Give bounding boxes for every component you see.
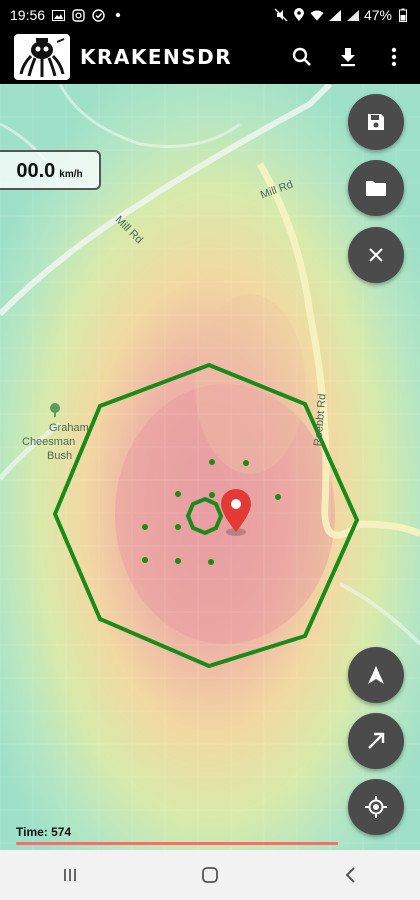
speed-value: 00.0 <box>16 160 56 182</box>
back-button[interactable] <box>330 855 370 895</box>
direction-button[interactable] <box>348 713 404 769</box>
map-label-park-line3: Bush <box>47 450 73 462</box>
playback-progress-bar[interactable] <box>16 842 338 845</box>
playback-time-label: Time: 574 <box>16 825 72 839</box>
home-button[interactable] <box>190 855 230 895</box>
mute-icon <box>274 8 288 22</box>
location-icon <box>292 8 306 22</box>
kraken-logo-icon <box>14 34 70 80</box>
recents-icon <box>64 869 76 881</box>
map-label-park-line2: Cheesman <box>22 436 76 448</box>
app-title: KRAKENSDR <box>80 45 233 69</box>
save-button[interactable] <box>348 94 404 150</box>
folder-icon <box>366 181 386 196</box>
speed-readout: 00.0 km/h <box>0 150 101 190</box>
recents-button[interactable] <box>50 855 90 895</box>
app-bar: KRAKENSDR <box>0 30 420 84</box>
north-up-button[interactable] <box>348 647 404 703</box>
diagonal-arrow-icon <box>368 732 385 749</box>
status-bar: 19:56 47% <box>0 0 420 30</box>
overflow-menu-icon[interactable] <box>382 45 406 69</box>
battery-percent: 47% <box>363 7 392 23</box>
map-label-park-line1: Graham <box>49 422 89 434</box>
navigation-arrow-icon <box>368 666 384 684</box>
save-icon <box>368 114 384 130</box>
more-notifications-dot-icon <box>111 8 125 22</box>
download-icon[interactable] <box>336 45 360 69</box>
open-folder-button[interactable] <box>348 160 404 216</box>
close-icon <box>369 248 383 262</box>
signal-2-icon <box>346 8 360 22</box>
clear-button[interactable] <box>348 227 404 283</box>
system-nav-bar <box>0 850 420 900</box>
my-location-icon <box>365 796 387 818</box>
search-icon[interactable] <box>290 45 314 69</box>
my-location-button[interactable] <box>348 779 404 835</box>
gallery-notification-icon <box>51 8 65 22</box>
back-icon <box>345 867 355 883</box>
speed-unit: km/h <box>59 169 83 180</box>
signal-icon <box>328 8 342 22</box>
status-time: 19:56 <box>10 7 46 23</box>
instagram-notification-icon <box>71 8 85 22</box>
wifi-icon <box>310 8 324 22</box>
battery-icon <box>396 8 410 22</box>
home-icon <box>202 867 218 883</box>
vpn-notification-icon <box>91 8 105 22</box>
